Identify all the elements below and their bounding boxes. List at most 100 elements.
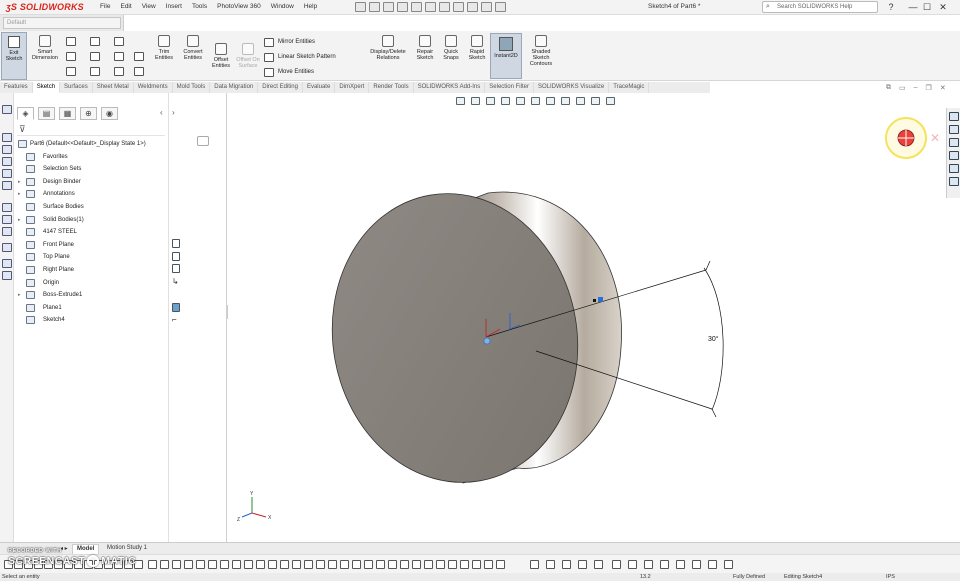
sketch-tool-icon[interactable] bbox=[424, 560, 433, 569]
tab-selection-filter[interactable]: Selection Filter bbox=[485, 82, 534, 93]
slot-icon[interactable] bbox=[66, 67, 76, 76]
point-icon[interactable] bbox=[90, 67, 100, 76]
tree-item[interactable]: ▸ Annotations bbox=[16, 188, 168, 201]
rectangle-icon[interactable] bbox=[66, 52, 76, 61]
sketch-tool-icon[interactable] bbox=[2, 215, 12, 224]
sketch-tool-icon[interactable] bbox=[388, 560, 397, 569]
help-button[interactable]: ? bbox=[884, 1, 898, 13]
tree-scrollbar[interactable] bbox=[168, 93, 169, 542]
tree-item[interactable]: Favorites bbox=[16, 151, 168, 164]
tree-item[interactable]: Top Plane bbox=[16, 251, 168, 264]
expand-arrow-icon[interactable]: ▸ bbox=[18, 188, 21, 201]
linear-sketch-pattern-button[interactable]: Linear Sketch Pattern bbox=[278, 54, 336, 60]
select-arrow-icon[interactable] bbox=[439, 2, 450, 12]
graphics-area[interactable]: 30° Y X Z ✕ bbox=[228, 93, 946, 542]
shaded-sketch-contours-button[interactable]: Shaded Sketch Contours bbox=[524, 35, 558, 67]
sketch-tool-icon[interactable] bbox=[562, 560, 571, 569]
appearances-icon[interactable] bbox=[949, 164, 959, 173]
solidworks-logo[interactable]: ʒS SOLIDWORKS bbox=[6, 2, 84, 12]
tab-surfaces[interactable]: Surfaces bbox=[60, 82, 93, 93]
sketch-tool-icon[interactable] bbox=[460, 560, 469, 569]
rollback-indicator-icon[interactable] bbox=[197, 136, 209, 146]
hide-show-items-icon[interactable] bbox=[561, 97, 570, 105]
tab-scroll-left-icon[interactable]: ‹ bbox=[160, 108, 163, 117]
tab-evaluate[interactable]: Evaluate bbox=[303, 82, 336, 93]
file-explorer-icon[interactable] bbox=[949, 151, 959, 160]
menu-photoview-360[interactable]: PhotoView 360 bbox=[217, 3, 261, 10]
sketch-tool-icon[interactable] bbox=[232, 560, 241, 569]
tab-mold-tools[interactable]: Mold Tools bbox=[173, 82, 211, 93]
home-icon[interactable] bbox=[949, 112, 959, 121]
close-doc-icon[interactable]: ✕ bbox=[940, 84, 946, 92]
sketch-tool-icon[interactable] bbox=[304, 560, 313, 569]
menu-file[interactable]: File bbox=[100, 3, 110, 10]
sketch-tool-icon[interactable] bbox=[612, 560, 621, 569]
print-icon[interactable] bbox=[397, 2, 408, 12]
plane-marker-icon[interactable] bbox=[172, 264, 180, 273]
sketch-tool-icon[interactable] bbox=[708, 560, 717, 569]
tab-solidworks-visualize[interactable]: SOLIDWORKS Visualize bbox=[534, 82, 610, 93]
sketch-tool-icon[interactable] bbox=[2, 271, 12, 280]
sketch-tool-icon[interactable] bbox=[208, 560, 217, 569]
redo-icon[interactable] bbox=[425, 2, 436, 12]
sketch-tool-icon[interactable] bbox=[340, 560, 349, 569]
plane-icon[interactable] bbox=[134, 67, 144, 76]
undo-icon[interactable] bbox=[411, 2, 422, 12]
section-view-icon[interactable] bbox=[501, 97, 510, 105]
sketch-tool-icon[interactable] bbox=[2, 227, 12, 236]
tree-item[interactable]: 4147 STEEL bbox=[16, 226, 168, 239]
sketch-tool-icon[interactable] bbox=[578, 560, 587, 569]
sketch-tool-icon[interactable] bbox=[2, 133, 12, 142]
sketch-tool-icon[interactable] bbox=[472, 560, 481, 569]
origin-marker-icon[interactable]: ↳ bbox=[172, 277, 180, 286]
sketch-tool-icon[interactable] bbox=[692, 560, 701, 569]
tree-item[interactable]: Sketch4 bbox=[16, 314, 168, 327]
units-selector[interactable]: IPS bbox=[886, 574, 895, 580]
tab-features[interactable]: Features bbox=[0, 82, 33, 93]
sketch-tool-icon[interactable] bbox=[2, 243, 12, 252]
tab-sheet-metal[interactable]: Sheet Metal bbox=[93, 82, 134, 93]
model-canvas[interactable]: 30° Y X Z ✕ bbox=[228, 93, 946, 542]
sketch-tool-icon[interactable] bbox=[268, 560, 277, 569]
sketch-tool-icon[interactable] bbox=[160, 560, 169, 569]
sketch-tool-icon[interactable] bbox=[352, 560, 361, 569]
menu-view[interactable]: View bbox=[142, 3, 156, 10]
menu-window[interactable]: Window bbox=[271, 3, 294, 10]
configuration-manager-tab-icon[interactable]: ▦ bbox=[59, 107, 76, 120]
sketch-tool-icon[interactable] bbox=[496, 560, 505, 569]
view-orientation-icon[interactable] bbox=[531, 97, 540, 105]
sketch-tool-icon[interactable] bbox=[316, 560, 325, 569]
tab-tracemagic[interactable]: TraceMagic bbox=[609, 82, 650, 93]
circle-icon[interactable] bbox=[90, 37, 100, 46]
sketch-tool-icon[interactable] bbox=[2, 259, 12, 268]
polygon-icon[interactable] bbox=[114, 52, 124, 61]
tab-weldments[interactable]: Weldments bbox=[134, 82, 173, 93]
feature-manager-tab-icon[interactable]: ◈ bbox=[17, 107, 34, 120]
sketch-tool-icon[interactable] bbox=[2, 203, 12, 212]
tree-item[interactable]: Plane1 bbox=[16, 302, 168, 315]
tab-solidworks-add-ins[interactable]: SOLIDWORKS Add-Ins bbox=[414, 82, 486, 93]
expand-arrow-icon[interactable]: ▸ bbox=[18, 289, 21, 302]
sketch-tool-icon[interactable] bbox=[484, 560, 493, 569]
menu-edit[interactable]: Edit bbox=[120, 3, 131, 10]
plane-marker-icon[interactable] bbox=[172, 303, 180, 312]
tree-filter[interactable]: ⊽ bbox=[17, 124, 165, 136]
display-manager-tab-icon[interactable]: ◉ bbox=[101, 107, 118, 120]
sketch-tool-icon[interactable] bbox=[530, 560, 539, 569]
sketch-tool-icon[interactable] bbox=[660, 560, 669, 569]
tree-item[interactable]: Right Plane bbox=[16, 264, 168, 277]
sketch-tool-icon[interactable] bbox=[2, 181, 12, 190]
resources-icon[interactable] bbox=[949, 125, 959, 134]
design-library-icon[interactable] bbox=[949, 138, 959, 147]
sketch-tool-icon[interactable] bbox=[376, 560, 385, 569]
tab-render-tools[interactable]: Render Tools bbox=[369, 82, 414, 93]
help-search-input[interactable]: ⌕ Search SOLIDWORKS Help bbox=[762, 1, 878, 13]
fillet-icon[interactable] bbox=[114, 67, 124, 76]
sketch-tool-icon[interactable] bbox=[172, 560, 181, 569]
sketch-tool-icon[interactable] bbox=[676, 560, 685, 569]
sketch-tool-icon[interactable] bbox=[400, 560, 409, 569]
sketch-tool-icon[interactable] bbox=[280, 560, 289, 569]
menu-insert[interactable]: Insert bbox=[166, 3, 182, 10]
move-entities-button[interactable]: Move Entities bbox=[278, 69, 314, 75]
smart-dimension-button[interactable]: Smart Dimension bbox=[30, 35, 60, 61]
